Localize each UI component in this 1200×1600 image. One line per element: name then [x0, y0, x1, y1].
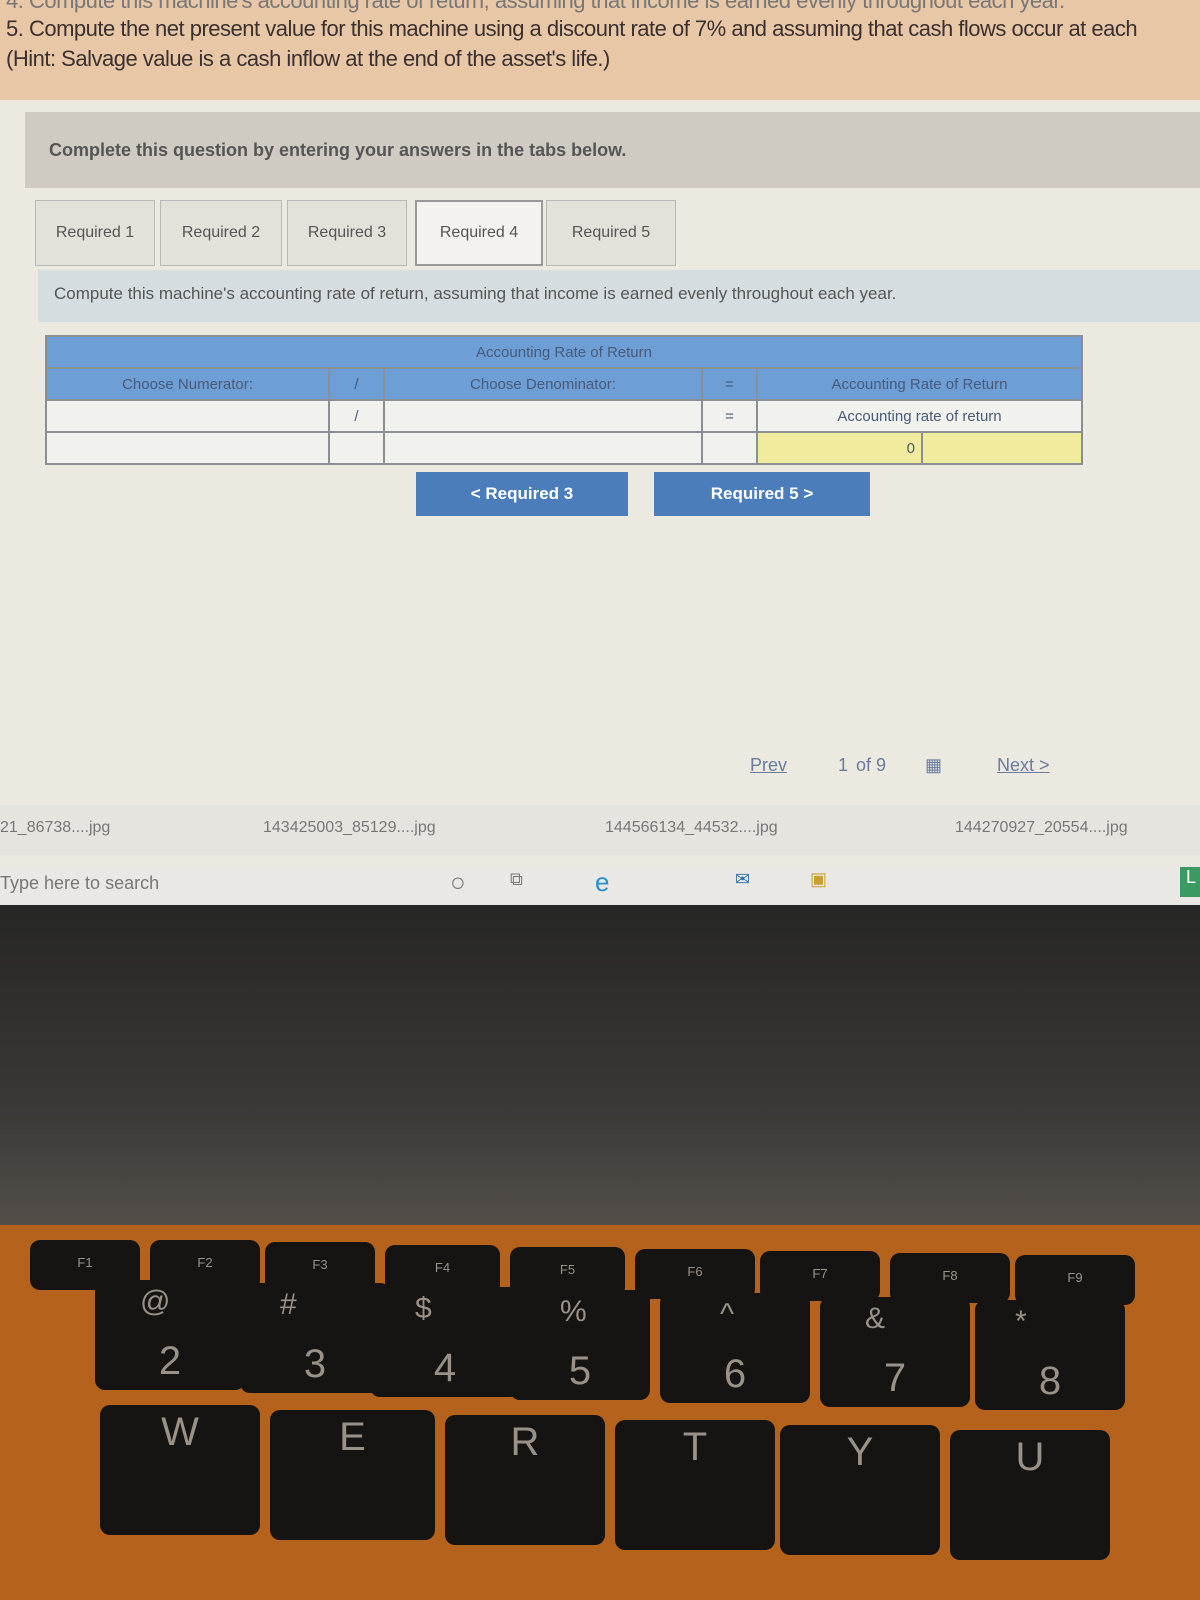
app-icon[interactable]: L [1180, 867, 1200, 897]
equals-sign: = [701, 367, 758, 401]
taskbar-search[interactable]: Type here to search [0, 873, 159, 894]
download-item[interactable]: 21_86738....jpg [0, 819, 110, 837]
key-2[interactable]: @2 [95, 1280, 245, 1390]
key-t[interactable]: T [615, 1420, 775, 1550]
store-icon[interactable]: ▣ [810, 869, 827, 890]
symbol: $ [415, 1292, 432, 1325]
result-percent [921, 431, 1083, 465]
key-label: 3 [303, 1342, 327, 1386]
key-f9[interactable]: F9 [1015, 1255, 1135, 1305]
key-f6[interactable]: F6 [635, 1249, 755, 1299]
question-5: 5. Compute the net present value for thi… [6, 16, 1138, 41]
tab-required-3[interactable]: Required 3 [287, 200, 407, 266]
key-3[interactable]: #3 [240, 1283, 390, 1393]
download-item[interactable]: 144566134_44532....jpg [605, 819, 778, 837]
arr-table: Accounting Rate of Return Choose Numerat… [45, 335, 1083, 465]
key-5[interactable]: % 5 [510, 1290, 650, 1400]
prompt: Compute this machine's accounting rate o… [38, 270, 1200, 322]
question-4: 4. Compute this machine's accounting rat… [6, 0, 1065, 13]
laptop-bezel [0, 905, 1200, 1235]
download-item[interactable]: 144270927_20554....jpg [955, 819, 1128, 837]
next-required-button[interactable]: Required 5 > [654, 472, 870, 516]
result-value: 0 [756, 431, 923, 465]
key-e[interactable]: E [270, 1410, 435, 1540]
divide-sign: / [328, 399, 385, 433]
hint: (Hint: Salvage value is a cash inflow at… [6, 46, 610, 71]
task-view-icon[interactable]: ⧉ [510, 869, 523, 890]
download-item[interactable]: 143425003_85129....jpg [263, 819, 436, 837]
denominator-header: Choose Denominator: [383, 367, 703, 401]
key-7[interactable]: & 7 [820, 1297, 970, 1407]
tab-required-4[interactable]: Required 4 [415, 200, 543, 266]
question-header: 4. Compute this machine's accounting rat… [0, 0, 1200, 105]
symbol: # [280, 1288, 297, 1321]
tab-required-1[interactable]: Required 1 [35, 200, 155, 266]
edge-icon[interactable]: e [595, 867, 609, 898]
equals-sign: = [701, 399, 758, 433]
key-w[interactable]: W [100, 1405, 260, 1535]
page-total: of 9 [856, 755, 887, 775]
key-6[interactable]: ^ 6 [660, 1293, 810, 1403]
page-number: 1 [838, 755, 849, 775]
numerator-header: Choose Numerator: [45, 367, 330, 401]
key-label: 7 [883, 1356, 907, 1400]
next-link[interactable]: Next > [997, 755, 1050, 776]
symbol: ^ [720, 1298, 735, 1331]
key-r[interactable]: R [445, 1415, 605, 1545]
key-label: 6 [723, 1352, 747, 1396]
downloads-bar: 21_86738....jpg 143425003_85129....jpg 1… [0, 805, 1200, 855]
prev-required-button[interactable]: < Required 3 [416, 472, 628, 516]
numerator-input[interactable] [45, 431, 330, 465]
numerator-select[interactable] [45, 399, 330, 433]
key-u[interactable]: U [950, 1430, 1110, 1560]
keyboard: F1 F2 F3 F4 F5 F6 F7 F8 F9 @2 #3 $4 % 5 ^… [0, 1225, 1200, 1600]
symbol: & [865, 1302, 886, 1335]
key-label: 4 [433, 1346, 457, 1390]
key-4[interactable]: $4 [370, 1287, 520, 1397]
cortana-icon[interactable]: ○ [450, 867, 466, 898]
taskbar: Type here to search ○ ⧉ e ✉ ▣ L [0, 865, 1200, 905]
key-f8[interactable]: F8 [890, 1253, 1010, 1303]
key-label: 2 [158, 1339, 182, 1383]
prev-link[interactable]: Prev [750, 755, 787, 776]
instruction: Complete this question by entering your … [25, 112, 1200, 188]
key-label: 5 [568, 1349, 592, 1393]
symbol: % [560, 1295, 587, 1328]
table-title: Accounting Rate of Return [45, 335, 1083, 369]
key-8[interactable]: * 8 [975, 1300, 1125, 1410]
result-label: Accounting rate of return [756, 399, 1083, 433]
divide-sign: / [328, 367, 385, 401]
blank-cell [701, 431, 758, 465]
key-label: 8 [1038, 1359, 1062, 1403]
mail-icon[interactable]: ✉ [735, 869, 750, 890]
denominator-select[interactable] [383, 399, 703, 433]
tab-required-5[interactable]: Required 5 [546, 200, 676, 266]
symbol: * [1015, 1305, 1027, 1338]
denominator-input[interactable] [383, 431, 703, 465]
blank-cell [328, 431, 385, 465]
symbol: @ [140, 1285, 171, 1318]
tab-required-2[interactable]: Required 2 [160, 200, 282, 266]
grid-icon[interactable]: ▦ [925, 755, 942, 776]
result-header: Accounting Rate of Return [756, 367, 1083, 401]
key-y[interactable]: Y [780, 1425, 940, 1555]
